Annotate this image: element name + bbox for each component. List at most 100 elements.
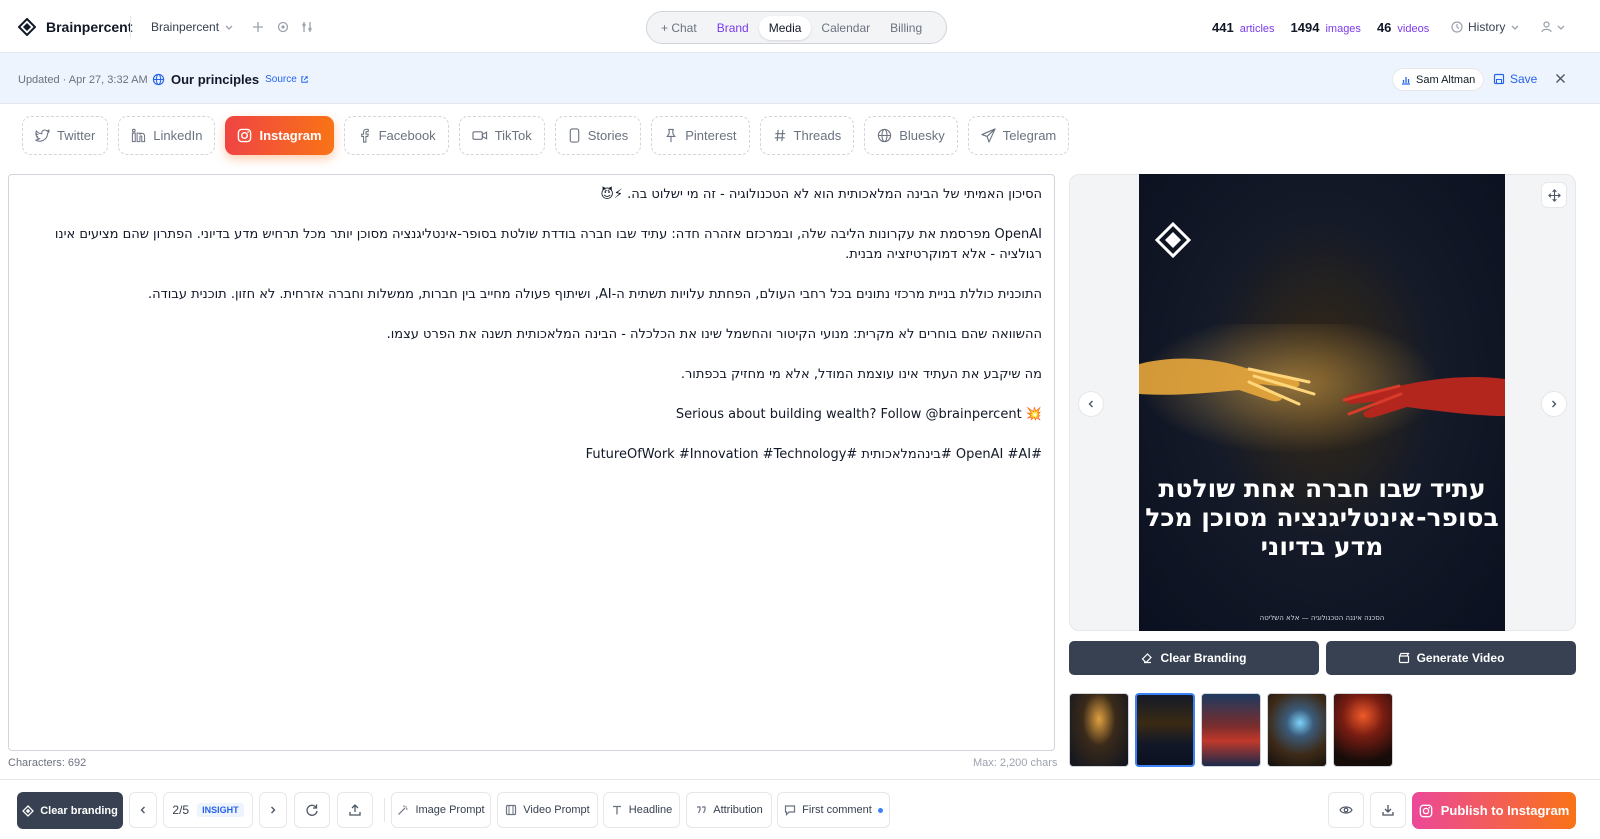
nav-media[interactable]: Media [758, 15, 812, 40]
pin-icon [666, 128, 677, 143]
tab-linkedin[interactable]: LinkedIn [118, 116, 216, 155]
post-image[interactable]: עתיד שבו חברה אחת שולטת בסופר-אינטליגנצי… [1139, 174, 1505, 631]
tab-threads[interactable]: Threads [759, 116, 855, 155]
user-menu[interactable] [1540, 20, 1566, 33]
refresh-icon [306, 804, 318, 816]
move-button[interactable] [1541, 182, 1567, 208]
history-button[interactable]: History [1451, 20, 1520, 34]
generate-video-button[interactable]: Generate Video [1326, 641, 1576, 675]
thumbnail[interactable] [1201, 693, 1261, 767]
tab-facebook[interactable]: Facebook [343, 116, 449, 155]
save-label: Save [1510, 72, 1538, 86]
tab-bluesky[interactable]: Bluesky [864, 116, 958, 155]
eraser-icon [1142, 653, 1153, 664]
sliders-icon[interactable] [300, 20, 314, 34]
save-icon [1493, 73, 1505, 85]
author-name: Sam Altman [1416, 73, 1476, 86]
images-label[interactable]: images [1325, 23, 1360, 35]
clear-branding-button[interactable]: Clear Branding [1069, 641, 1319, 675]
regenerate-button[interactable] [294, 792, 330, 828]
videos-count: 46 [1376, 20, 1392, 35]
nav-calendar[interactable]: Calendar [811, 16, 880, 40]
chevron-down-icon [1511, 25, 1519, 30]
source-title: Our principles Source [152, 72, 309, 87]
chevron-left-icon [1088, 400, 1093, 408]
post-text[interactable]: הסיכון האמיתי של הבינה המלאכותית הוא לא … [21, 185, 1042, 485]
gear-icon[interactable] [276, 20, 290, 34]
video-prompt-label: Video Prompt [523, 804, 590, 816]
clock-icon [1451, 21, 1463, 33]
header-divider [130, 16, 131, 38]
generate-video-label: Generate Video [1416, 651, 1505, 665]
chevron-down-icon [225, 25, 233, 30]
tab-label: Instagram [259, 128, 322, 143]
twitter-icon [35, 128, 50, 142]
post-hashtags: #OpenAI #AI #בינהמלאכותית #FutureOfWork … [585, 447, 1042, 462]
principles-title: Our principles [171, 72, 260, 87]
nav-billing[interactable]: Billing [880, 16, 932, 40]
first-comment-button[interactable]: First comment [777, 792, 890, 828]
attribution-label: Attribution [713, 804, 763, 816]
publish-label: Publish to Instagram [1440, 803, 1570, 818]
nav-chat[interactable]: + Chat [651, 16, 707, 40]
hands-illustration [1139, 324, 1505, 454]
download-button[interactable] [1370, 792, 1406, 828]
tab-tiktok[interactable]: TikTok [458, 116, 545, 155]
image-prompt-button[interactable]: Image Prompt [391, 792, 491, 828]
add-icon[interactable] [251, 20, 265, 34]
user-icon [1541, 21, 1552, 33]
prev-image-button[interactable] [1078, 391, 1104, 417]
tab-label: Twitter [57, 128, 96, 143]
history-label: History [1468, 20, 1506, 34]
tab-pinterest[interactable]: Pinterest [651, 116, 750, 155]
thumbnail-selected[interactable] [1135, 693, 1195, 767]
toolbar-separator [384, 798, 385, 822]
videos-label[interactable]: videos [1397, 23, 1429, 35]
brainpercent-logo-icon[interactable] [18, 18, 36, 36]
tab-stories[interactable]: Stories [554, 116, 642, 155]
nav-brand[interactable]: Brand [707, 16, 759, 40]
tab-label: TikTok [494, 128, 532, 143]
image-footer-text: הסכנה איננה הטכנולוגיה — אלא השליטה [1259, 614, 1385, 622]
headline-label: Headline [628, 804, 673, 816]
video-prompt-button[interactable]: Video Prompt [497, 792, 598, 828]
linkedin-icon [132, 128, 146, 143]
film-icon [506, 804, 517, 816]
attribution-button[interactable]: Attribution [686, 792, 772, 828]
close-icon[interactable] [1555, 73, 1566, 84]
save-button[interactable]: Save [1493, 72, 1537, 86]
thumbnail[interactable] [1267, 693, 1327, 767]
quote-icon [697, 806, 706, 814]
tab-twitter[interactable]: Twitter [22, 116, 109, 155]
headline-button[interactable]: Headline [603, 792, 680, 828]
page-number: 2/5 [172, 803, 190, 817]
content-stats: 441 articles 1494 images 46 videos [1212, 20, 1439, 35]
thumbnail[interactable] [1333, 693, 1393, 767]
upload-button[interactable] [337, 792, 373, 828]
diamond-icon [22, 804, 35, 817]
post-editor[interactable]: הסיכון האמיתי של הבינה המלאכותית הוא לא … [8, 174, 1055, 751]
articles-label[interactable]: articles [1240, 23, 1275, 35]
send-icon [981, 128, 996, 143]
phone-icon [569, 128, 580, 143]
character-count: Characters: 692 [8, 757, 87, 769]
tab-telegram[interactable]: Telegram [967, 116, 1070, 155]
max-characters: Max: 2,200 chars [973, 757, 1058, 769]
preview-button[interactable] [1328, 792, 1364, 828]
author-badge[interactable]: Sam Altman [1392, 68, 1485, 91]
next-page-button[interactable] [259, 792, 287, 828]
tab-instagram[interactable]: Instagram [225, 116, 334, 155]
articles-count: 441 [1212, 20, 1234, 35]
tab-label: Threads [793, 128, 842, 143]
next-image-button[interactable] [1541, 391, 1567, 417]
clear-branding-toolbar-button[interactable]: Clear branding [17, 792, 123, 829]
page-tag: INSIGHT [197, 803, 244, 817]
chevron-left-icon [140, 806, 145, 814]
source-link[interactable]: Source [265, 74, 309, 85]
workspace-select[interactable]: Brainpercent [151, 20, 234, 34]
publish-button[interactable]: Publish to Instagram [1412, 792, 1576, 829]
page-indicator: 2/5 INSIGHT [163, 792, 253, 828]
clear-branding-label: Clear Branding [1160, 651, 1247, 665]
thumbnail[interactable] [1069, 693, 1129, 767]
prev-page-button[interactable] [129, 792, 157, 828]
